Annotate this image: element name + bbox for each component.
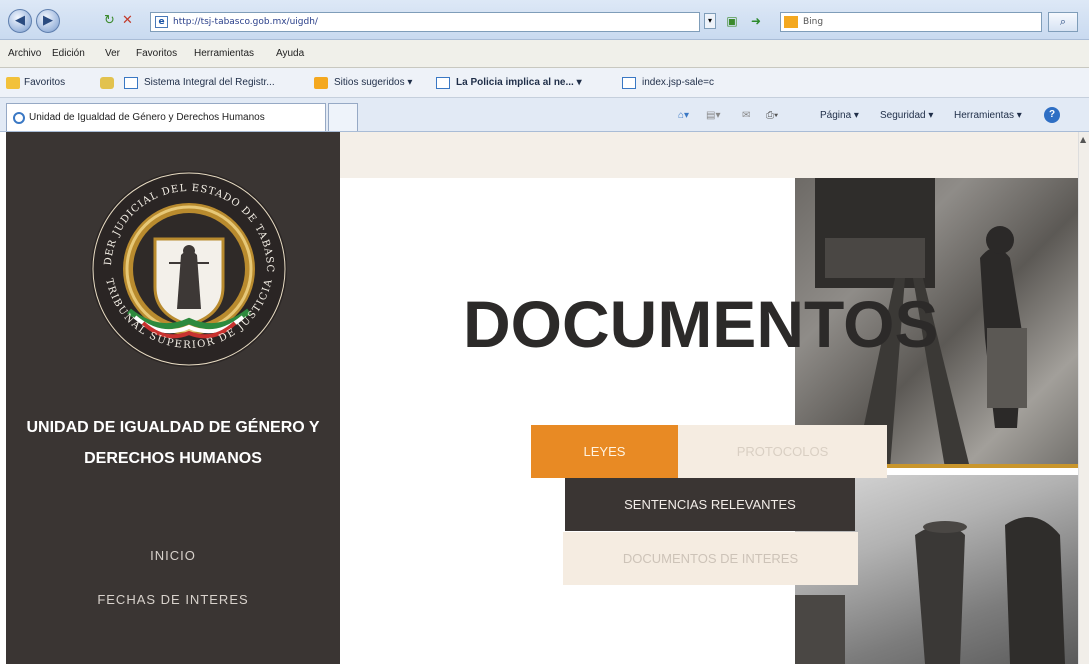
ie-page-icon — [124, 77, 138, 89]
refresh-icon[interactable]: ↻ — [104, 14, 115, 28]
leyes-button[interactable]: LEYES — [531, 425, 678, 478]
ie-page-icon — [622, 77, 636, 89]
page-heading: DOCUMENTOS — [463, 287, 939, 361]
favorite-link-3[interactable]: La Policia implica al ne... ▾ — [456, 77, 582, 88]
go-arrow-icon[interactable]: ➜ — [748, 14, 764, 28]
tab-current[interactable]: Unidad de Igualdad de Género y Derechos … — [6, 103, 326, 131]
menu-edicion[interactable]: Edición — [52, 48, 85, 59]
favorites-button[interactable]: Favoritos — [24, 77, 65, 88]
print-icon[interactable]: ⎙▾ — [766, 110, 778, 121]
loading-icon — [13, 112, 25, 124]
ie-page-icon: e — [155, 16, 168, 28]
back-button[interactable]: ◀ — [8, 9, 32, 33]
favorite-link-2[interactable]: Sitios sugeridos ▾ — [334, 77, 412, 88]
menu-herramientas-cmd[interactable]: Herramientas ▾ — [954, 110, 1022, 121]
unit-title-line1: UNIDAD DE IGUALDAD DE GÉNERO Y — [26, 419, 320, 436]
search-icon: ⌕ — [1059, 15, 1067, 28]
address-dropdown-icon[interactable]: ▾ — [704, 13, 716, 29]
search-input[interactable]: Bing — [780, 12, 1042, 32]
address-input[interactable]: e http://tsj-tabasco.gob.mx/uigdh/ — [150, 12, 700, 32]
back-arrow-icon: ◀ — [15, 13, 25, 28]
search-button[interactable]: ⌕ — [1048, 12, 1078, 32]
compatibility-icon[interactable]: ▣ — [724, 14, 740, 28]
menu-herramientas[interactable]: Herramientas — [194, 48, 254, 59]
tab-label: Unidad de Igualdad de Género y Derechos … — [29, 112, 265, 123]
documentos-de-interes-button[interactable]: DOCUMENTOS DE INTERES — [563, 532, 858, 585]
court-seal-logo: PODER JUDICIAL DEL ESTADO DE TABASCO TRI… — [89, 169, 287, 367]
nav-fechas-de-interes[interactable]: FECHAS DE INTERES — [6, 592, 340, 607]
unit-title: UNIDAD DE IGUALDAD DE GÉNERO Y DERECHOS … — [6, 412, 340, 474]
menu-favoritos[interactable]: Favoritos — [136, 48, 177, 59]
web-page: PODER JUDICIAL DEL ESTADO DE TABASCO TRI… — [0, 132, 1089, 664]
feeds-icon[interactable]: ▤▾ — [706, 110, 720, 121]
bing-icon — [784, 16, 798, 28]
scroll-up-arrow-icon[interactable]: ▲ — [1080, 135, 1086, 144]
forward-button[interactable]: ▶ — [36, 9, 60, 33]
help-icon[interactable]: ? — [1044, 107, 1060, 123]
menu-ayuda[interactable]: Ayuda — [276, 48, 304, 59]
menu-ver[interactable]: Ver — [105, 48, 120, 59]
add-favorite-icon[interactable] — [100, 77, 114, 89]
menu-pagina[interactable]: Página ▾ — [820, 110, 859, 121]
favorites-bar: Favoritos Sistema Integral del Registr..… — [0, 68, 1089, 98]
new-tab-button[interactable] — [328, 103, 358, 131]
address-text: http://tsj-tabasco.gob.mx/uigdh/ — [173, 17, 318, 27]
sidebar: PODER JUDICIAL DEL ESTADO DE TABASCO TRI… — [6, 132, 340, 664]
menu-bar: Archivo Edición Ver Favoritos Herramient… — [0, 40, 1089, 68]
header-band — [340, 132, 1078, 178]
page-scrollbar[interactable]: ▲ — [1078, 132, 1089, 664]
ie-page-icon — [436, 77, 450, 89]
sentencias-relevantes-button[interactable]: SENTENCIAS RELEVANTES — [565, 478, 855, 531]
favorites-star-icon — [6, 77, 20, 89]
home-icon[interactable]: ⌂▾ — [678, 110, 689, 121]
menu-archivo[interactable]: Archivo — [8, 48, 41, 59]
stop-icon[interactable]: ✕ — [122, 14, 133, 28]
suggested-sites-icon — [314, 77, 328, 89]
browser-address-bar-row: ◀ ▶ ↻ ✕ e http://tsj-tabasco.gob.mx/uigd… — [0, 0, 1089, 40]
nav-inicio[interactable]: INICIO — [6, 548, 340, 563]
mail-icon[interactable]: ✉ — [742, 110, 750, 121]
search-placeholder: Bing — [803, 17, 824, 27]
protocolos-button[interactable]: PROTOCOLOS — [678, 425, 887, 478]
favorite-link-4[interactable]: index.jsp-sale=c — [642, 77, 714, 88]
forward-arrow-icon: ▶ — [43, 13, 53, 28]
unit-title-line2: DERECHOS HUMANOS — [84, 450, 262, 467]
tab-bar: Unidad de Igualdad de Género y Derechos … — [0, 98, 1089, 132]
favorite-link-1[interactable]: Sistema Integral del Registr... — [144, 77, 275, 88]
menu-seguridad[interactable]: Seguridad ▾ — [880, 110, 933, 121]
